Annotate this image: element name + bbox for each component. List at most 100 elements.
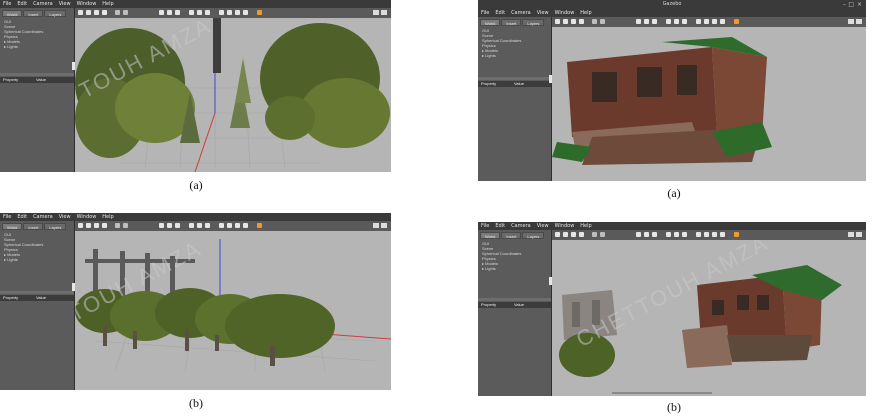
spot-light-icon[interactable] [197,10,202,15]
copy-icon[interactable] [696,232,701,237]
directional-light-icon[interactable] [682,232,687,237]
panel-splitter[interactable] [0,291,74,294]
rotate-tool-icon[interactable] [571,19,576,24]
menu-view[interactable]: View [537,223,549,229]
translate-tool-icon[interactable] [86,223,91,228]
scale-tool-icon[interactable] [102,223,107,228]
box-shape-icon[interactable] [636,19,641,24]
menu-window[interactable]: Window [555,10,575,16]
redo-icon[interactable] [123,223,128,228]
snap-icon[interactable] [720,232,725,237]
align-icon[interactable] [712,232,717,237]
menu-edit[interactable]: Edit [495,10,505,16]
panel-collapse-handle[interactable] [549,75,552,83]
undo-icon[interactable] [115,10,120,15]
align-icon[interactable] [235,223,240,228]
translate-tool-icon[interactable] [86,10,91,15]
spot-light-icon[interactable] [674,232,679,237]
menu-edit[interactable]: Edit [17,214,27,220]
sphere-shape-icon[interactable] [644,19,649,24]
copy-icon[interactable] [219,223,224,228]
point-light-icon[interactable] [189,10,194,15]
box-shape-icon[interactable] [159,10,164,15]
menu-edit[interactable]: Edit [17,1,27,7]
align-icon[interactable] [235,10,240,15]
menu-window[interactable]: Window [77,214,97,220]
menu-file[interactable]: File [481,10,489,16]
scale-tool-icon[interactable] [102,10,107,15]
menu-camera[interactable]: Camera [33,214,53,220]
redo-icon[interactable] [600,19,605,24]
undo-icon[interactable] [592,19,597,24]
menu-window[interactable]: Window [77,1,97,7]
menu-view[interactable]: View [59,1,71,7]
tree-item-lights[interactable]: ▸ Lights [4,257,43,262]
menu-file[interactable]: File [3,214,11,220]
directional-light-icon[interactable] [205,223,210,228]
fullscreen-icon[interactable] [381,223,387,228]
viewport-scrollbar[interactable] [612,392,712,394]
panel-collapse-handle[interactable] [549,277,552,285]
record-icon[interactable] [734,19,739,24]
tab-world[interactable]: World [480,19,501,26]
cylinder-shape-icon[interactable] [175,223,180,228]
tab-world[interactable]: World [2,10,23,17]
panel-collapse-handle[interactable] [72,62,75,70]
rotate-tool-icon[interactable] [571,232,576,237]
spot-light-icon[interactable] [197,223,202,228]
rotate-tool-icon[interactable] [94,223,99,228]
box-shape-icon[interactable] [159,223,164,228]
3d-viewport[interactable]: CHETTOUH AMZA [75,18,391,172]
menu-help[interactable]: Help [580,223,591,229]
paste-icon[interactable] [704,19,709,24]
translate-tool-icon[interactable] [563,19,568,24]
box-shape-icon[interactable] [636,232,641,237]
3d-viewport[interactable] [552,27,866,181]
select-tool-icon[interactable] [78,223,83,228]
undo-icon[interactable] [592,232,597,237]
fullscreen-icon[interactable] [856,232,862,237]
screenshot-icon[interactable] [848,232,854,237]
maximize-icon[interactable]: □ [848,0,854,9]
panel-splitter[interactable] [0,73,74,76]
menu-window[interactable]: Window [555,223,575,229]
snap-icon[interactable] [243,223,248,228]
select-tool-icon[interactable] [78,10,83,15]
cylinder-shape-icon[interactable] [652,232,657,237]
redo-icon[interactable] [123,10,128,15]
screenshot-icon[interactable] [373,223,379,228]
point-light-icon[interactable] [666,19,671,24]
tab-layers[interactable]: Layers [522,19,545,26]
spot-light-icon[interactable] [674,19,679,24]
menu-help[interactable]: Help [102,1,113,7]
menu-help[interactable]: Help [102,214,113,220]
tab-insert[interactable]: Insert [501,232,522,239]
panel-collapse-handle[interactable] [72,283,75,291]
paste-icon[interactable] [704,232,709,237]
sphere-shape-icon[interactable] [167,223,172,228]
panel-splitter[interactable] [478,298,551,301]
scale-tool-icon[interactable] [579,19,584,24]
directional-light-icon[interactable] [205,10,210,15]
menu-view[interactable]: View [59,214,71,220]
3d-viewport[interactable]: CHETTOUH AMZA [552,240,866,396]
menu-help[interactable]: Help [580,10,591,16]
snap-icon[interactable] [720,19,725,24]
tree-item-lights[interactable]: ▸ Lights [482,266,521,271]
menu-file[interactable]: File [3,1,11,7]
tab-insert[interactable]: Insert [23,10,44,17]
point-light-icon[interactable] [189,223,194,228]
menu-camera[interactable]: Camera [511,223,531,229]
undo-icon[interactable] [115,223,120,228]
screenshot-icon[interactable] [848,19,854,24]
screenshot-icon[interactable] [373,10,379,15]
redo-icon[interactable] [600,232,605,237]
fullscreen-icon[interactable] [856,19,862,24]
copy-icon[interactable] [219,10,224,15]
minimize-icon[interactable]: – [843,0,846,9]
translate-tool-icon[interactable] [563,232,568,237]
sphere-shape-icon[interactable] [644,232,649,237]
sphere-shape-icon[interactable] [167,10,172,15]
record-icon[interactable] [257,10,262,15]
panel-splitter[interactable] [478,77,551,80]
